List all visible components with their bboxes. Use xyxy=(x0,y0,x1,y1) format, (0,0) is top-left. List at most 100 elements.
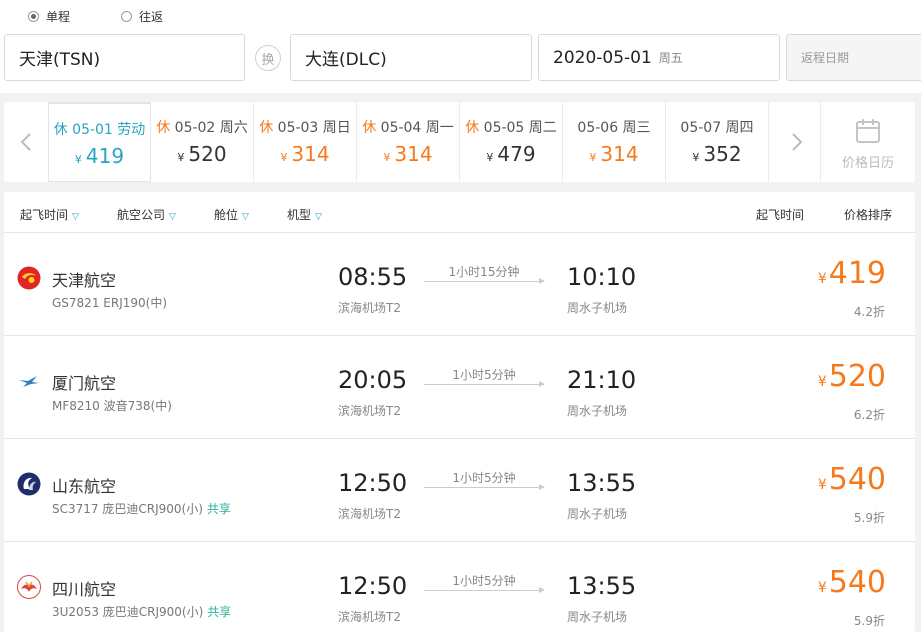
departure-time: 12:50 xyxy=(338,469,408,497)
date-label: 05-07 周四 xyxy=(666,117,768,137)
flight-duration: 1小时5分钟 xyxy=(452,471,516,485)
arrival-time: 10:10 xyxy=(567,263,637,291)
holiday-badge: 休 xyxy=(259,120,274,136)
filter-dep-time[interactable]: 起飞时间 ▽ xyxy=(20,206,79,223)
flight-price[interactable]: ¥540 xyxy=(818,462,886,497)
flight-price[interactable]: ¥540 xyxy=(818,565,886,600)
chevron-down-icon: ▽ xyxy=(169,212,176,222)
from-city-field[interactable]: 天津(TSN) xyxy=(4,34,245,81)
flight-row[interactable]: 厦门航空 MF8210 波音738(中) 20:05 滨海机场T2 1小时5分钟 21:1… xyxy=(4,336,915,439)
flight-price-value: 520 xyxy=(828,359,886,394)
arrival-airport: 周水子机场 xyxy=(567,404,628,418)
flight-price[interactable]: ¥520 xyxy=(818,359,886,394)
date-price: ¥520 xyxy=(151,142,253,166)
radio-selected-icon[interactable] xyxy=(28,11,39,22)
depart-date-field[interactable]: 2020-05-01 周五 xyxy=(538,34,780,81)
yen-symbol: ¥ xyxy=(383,151,391,164)
date-text: 05-03 周日 xyxy=(277,120,351,136)
date-text: 05-07 周四 xyxy=(680,120,754,136)
date-text: 05-02 周六 xyxy=(174,120,248,136)
yen-symbol: ¥ xyxy=(74,153,82,166)
filter-dep-time-label: 起飞时间 xyxy=(20,208,69,222)
trip-one-way-label: 单程 xyxy=(46,10,71,24)
date-price-value: 314 xyxy=(600,142,639,166)
flight-price-value: 540 xyxy=(828,462,886,497)
airline-name: 四川航空 xyxy=(52,580,117,599)
chevron-down-icon: ▽ xyxy=(242,212,249,222)
flight-price-value: 540 xyxy=(828,565,886,600)
date-option[interactable]: 休 05-04 周一 ¥314 xyxy=(357,102,460,182)
prev-dates-button[interactable] xyxy=(4,102,48,182)
sichuan-airlines-logo-icon xyxy=(17,575,41,599)
flight-row[interactable]: 天津航空 GS7821 ERJ190(中) 08:55 滨海机场T2 1小时15分钟 10… xyxy=(4,233,915,336)
holiday-badge: 休 xyxy=(465,120,480,136)
next-dates-button[interactable] xyxy=(775,102,819,182)
date-option[interactable]: 05-06 周三 ¥314 xyxy=(563,102,666,182)
date-label: 休 05-05 周二 xyxy=(460,117,562,137)
return-date-field[interactable]: 返程日期 xyxy=(786,34,921,81)
date-option[interactable]: 休 05-05 周二 ¥479 xyxy=(460,102,563,182)
date-option[interactable]: 休 05-01 劳动 ¥419 xyxy=(48,102,151,182)
date-price-value: 314 xyxy=(291,142,330,166)
departure-airport: 滨海机场T2 xyxy=(338,404,401,418)
flight-price[interactable]: ¥419 xyxy=(818,256,886,291)
departure-time: 12:50 xyxy=(338,572,408,600)
date-text: 05-05 周二 xyxy=(483,120,557,136)
discount-label: 5.9折 xyxy=(853,614,885,628)
sort-by-time[interactable]: 起飞时间 xyxy=(756,206,804,223)
date-price: ¥352 xyxy=(666,142,768,166)
date-price-value: 314 xyxy=(394,142,433,166)
to-city-field[interactable]: 大连(DLC) xyxy=(290,34,532,81)
arrival-airport: 周水子机场 xyxy=(567,610,628,624)
arrival-time: 21:10 xyxy=(567,366,637,394)
filter-cabin-label: 舱位 xyxy=(214,208,239,222)
discount-label: 5.9折 xyxy=(853,511,885,525)
duration-arrow xyxy=(424,381,545,387)
filter-aircraft[interactable]: 机型 ▽ xyxy=(287,206,322,223)
flight-number: GS7821 ERJ190(中) xyxy=(52,294,171,311)
date-price: ¥479 xyxy=(460,142,562,166)
yen-symbol: ¥ xyxy=(817,374,827,390)
flight-row[interactable]: 山东航空 SC3717 庞巴迪CRJ900(小) 共享 12:50 滨海机场T2 1小时5… xyxy=(4,439,915,542)
date-option[interactable]: 05-07 周四 ¥352 xyxy=(666,102,769,182)
filter-bar: 起飞时间 ▽ 航空公司 ▽ 舱位 ▽ 机型 ▽ 起飞时间 价格排序 xyxy=(4,192,915,233)
radio-unselected-icon[interactable] xyxy=(121,11,132,22)
swap-button[interactable]: 换 xyxy=(255,45,281,71)
date-price: ¥419 xyxy=(49,144,150,168)
holiday-badge: 休 xyxy=(156,120,171,136)
trip-round-option[interactable]: 往返 xyxy=(121,8,163,25)
flight-list: 起飞时间 ▽ 航空公司 ▽ 舱位 ▽ 机型 ▽ 起飞时间 价格排序 天津航空 GS7821… xyxy=(4,192,915,632)
yen-symbol: ¥ xyxy=(692,151,700,164)
date-option[interactable]: 休 05-02 周六 ¥520 xyxy=(151,102,254,182)
flight-duration: 1小时5分钟 xyxy=(452,368,516,382)
flight-duration: 1小时15分钟 xyxy=(448,265,520,279)
date-price: ¥314 xyxy=(563,142,665,166)
airline-name: 天津航空 xyxy=(52,271,117,290)
holiday-badge: 休 xyxy=(362,120,377,136)
departure-airport: 滨海机场T2 xyxy=(338,301,401,315)
to-city-value: 大连(DLC) xyxy=(305,50,387,70)
flight-number-text: SC3717 庞巴迪CRJ900(小) xyxy=(52,502,203,516)
yen-symbol: ¥ xyxy=(177,151,185,164)
chevron-down-icon: ▽ xyxy=(72,212,79,222)
date-option[interactable]: 休 05-03 周日 ¥314 xyxy=(254,102,357,182)
departure-airport: 滨海机场T2 xyxy=(338,610,401,624)
flight-number-text: 3U2053 庞巴迪CRJ900(小) xyxy=(52,605,204,619)
trip-one-way-option[interactable]: 单程 xyxy=(28,8,70,25)
sort-by-price[interactable]: 价格排序 xyxy=(844,206,892,223)
date-text: 05-06 周三 xyxy=(577,120,651,136)
filter-airline[interactable]: 航空公司 ▽ xyxy=(117,206,176,223)
chevron-left-icon xyxy=(20,133,31,151)
flight-number: SC3717 庞巴迪CRJ900(小) 共享 xyxy=(52,500,231,517)
flight-price-value: 419 xyxy=(828,256,886,291)
yen-symbol: ¥ xyxy=(486,151,494,164)
depart-date-value: 2020-05-01 xyxy=(553,47,652,68)
price-calendar-button[interactable]: 价格日历 xyxy=(820,102,915,182)
date-price: ¥314 xyxy=(357,142,459,166)
flight-number-text: GS7821 ERJ190(中) xyxy=(52,296,167,310)
discount-label: 6.2折 xyxy=(853,408,885,422)
flight-row[interactable]: 四川航空 3U2053 庞巴迪CRJ900(小) 共享 12:50 滨海机场T2 1小时5… xyxy=(4,542,915,632)
chevron-down-icon: ▽ xyxy=(315,212,322,222)
filter-cabin[interactable]: 舱位 ▽ xyxy=(214,206,249,223)
price-calendar-label: 价格日历 xyxy=(841,156,894,171)
